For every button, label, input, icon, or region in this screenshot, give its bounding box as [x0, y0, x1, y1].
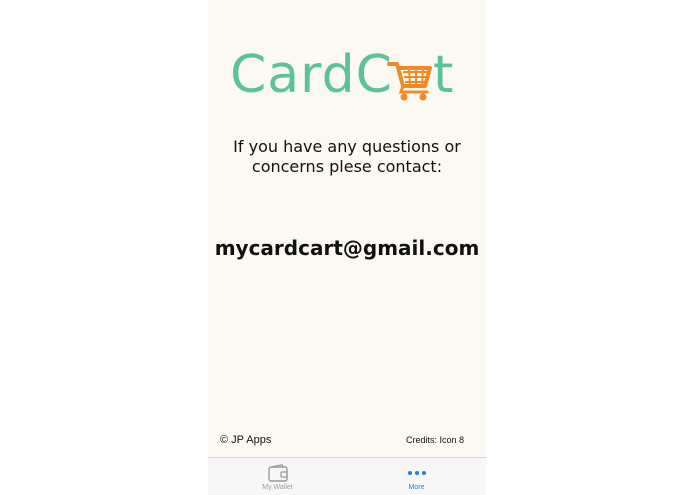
tab-more-label: More — [408, 484, 425, 491]
tab-my-wallet[interactable]: My Wallet — [208, 458, 347, 495]
tab-more[interactable]: More — [347, 458, 486, 495]
more-icon — [407, 471, 426, 475]
contact-email-link[interactable]: mycardcart@gmail.com — [208, 236, 486, 260]
credits-text: Credits: Icon 8 — [405, 435, 464, 445]
contact-line-2: concerns plese contact: — [251, 157, 443, 176]
logo-text-end: t — [432, 45, 454, 105]
cardcart-logo: CardC t — [230, 36, 470, 114]
logo-text: CardC — [230, 45, 393, 105]
app-screen: CardC t If you have any questions or con… — [208, 0, 486, 495]
contact-line-1: If you have any questions or — [233, 137, 461, 156]
contact-message: If you have any questions or concerns pl… — [208, 137, 486, 177]
copyright-text: © JP Apps — [220, 434, 272, 446]
tab-bar: My Wallet More — [208, 457, 486, 495]
wallet-icon — [267, 464, 288, 482]
tab-my-wallet-label: My Wallet — [262, 484, 293, 491]
shopping-cart-icon — [386, 62, 432, 101]
status-bar — [208, 0, 486, 14]
